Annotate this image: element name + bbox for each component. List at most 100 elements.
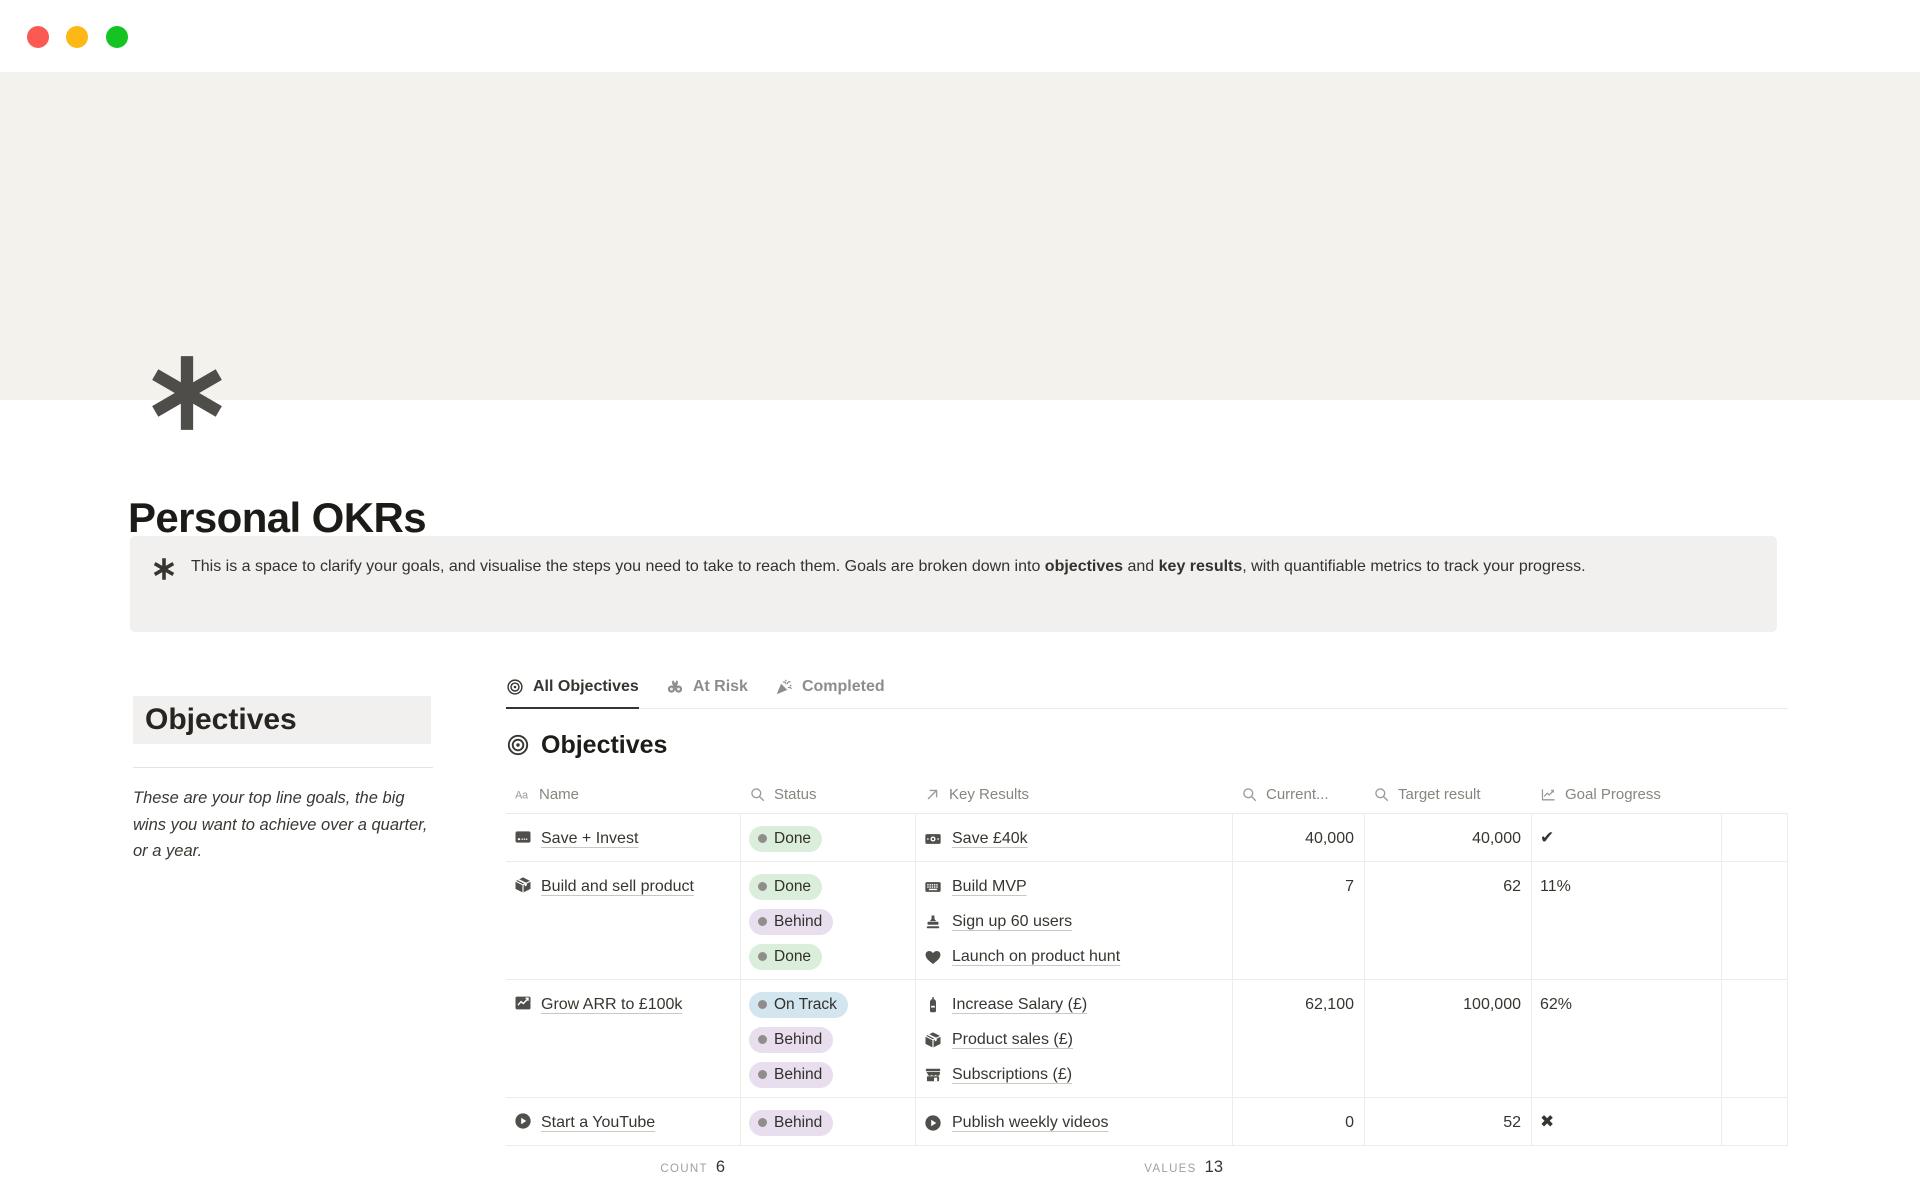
key-result-link[interactable]: Subscriptions (£) — [924, 1066, 1072, 1084]
column-header-key-results[interactable]: Key Results — [916, 775, 1233, 813]
keyboard-icon — [924, 878, 942, 896]
status-pill-behind[interactable]: Behind — [749, 1062, 833, 1088]
key-result-link[interactable]: Save £40k — [924, 830, 1028, 848]
check-mark-icon: ✔ — [1540, 821, 1713, 856]
objective-link[interactable]: Save + Invest — [514, 821, 706, 851]
key-result-link[interactable]: Launch on product hunt — [924, 948, 1120, 966]
play-icon — [924, 1114, 942, 1132]
column-header-target-result[interactable]: Target result — [1365, 775, 1532, 813]
column-header-goal-progress[interactable]: Goal Progress — [1532, 775, 1722, 813]
column-header-name[interactable]: AaName — [506, 775, 741, 813]
name-cell[interactable]: Grow ARR to £100k — [506, 980, 741, 1097]
key-result-row: Subscriptions (£) — [924, 1057, 1224, 1092]
objective-title: Grow ARR to £100k — [541, 996, 682, 1013]
empty-cell — [1722, 980, 1788, 1097]
key-result-link[interactable]: Publish weekly videos — [924, 1114, 1109, 1132]
status-pill-done[interactable]: Done — [749, 874, 822, 900]
page-title[interactable]: Personal OKRs — [128, 494, 426, 542]
status-label: Done — [774, 830, 811, 848]
target-result-cell[interactable]: 52 — [1365, 1098, 1532, 1145]
current-result-cell[interactable]: 0 — [1233, 1098, 1365, 1145]
tab-all-objectives[interactable]: All Objectives — [506, 666, 639, 708]
status-pill-behind[interactable]: Behind — [749, 1027, 833, 1053]
count-label: COUNT — [660, 1163, 707, 1175]
key-result-link[interactable]: Product sales (£) — [924, 1031, 1073, 1049]
close-window-button[interactable] — [27, 26, 49, 48]
status-pill-done[interactable]: Done — [749, 826, 822, 852]
status-dot — [758, 952, 767, 961]
name-cell[interactable]: Build and sell product — [506, 862, 741, 979]
column-header-label: Target result — [1398, 786, 1481, 803]
name-cell[interactable]: Start a YouTube — [506, 1098, 741, 1145]
credit-card-icon — [514, 828, 532, 846]
status-pill-behind[interactable]: Behind — [749, 909, 833, 935]
key-result-link[interactable]: Build MVP — [924, 878, 1027, 896]
table-row: Save + InvestDoneSave £40k40,00040,000✔ — [506, 814, 1788, 862]
chart-trend-icon — [1540, 786, 1557, 803]
magnifier-icon — [1241, 786, 1258, 803]
empty-cell — [1722, 862, 1788, 979]
current-result-cell[interactable]: 40,000 — [1233, 814, 1365, 861]
key-results-cell[interactable]: Save £40k — [916, 814, 1233, 861]
target-result-cell[interactable]: 62 — [1365, 862, 1532, 979]
minimize-window-button[interactable] — [66, 26, 88, 48]
zoom-window-button[interactable] — [106, 26, 128, 48]
status-cell[interactable]: Done — [741, 814, 916, 861]
values-calculation[interactable]: VALUES13 — [741, 1158, 1233, 1177]
goal-progress-cell[interactable]: ✔ — [1532, 814, 1722, 861]
column-header-current[interactable]: Current... — [1233, 775, 1365, 813]
status-dot — [758, 1070, 767, 1079]
goal-progress-cell[interactable]: 11% — [1532, 862, 1722, 979]
objective-title: Build and sell product — [541, 878, 694, 895]
status-label: Behind — [774, 1066, 822, 1084]
status-cell[interactable]: Done Behind Done — [741, 862, 916, 979]
callout-text: This is a space to clarify your goals, a… — [191, 555, 1586, 580]
key-result-row: Increase Salary (£) — [924, 987, 1224, 1022]
party-popper-icon — [775, 678, 793, 696]
status-label: Behind — [774, 913, 822, 931]
column-header-status[interactable]: Status — [741, 775, 916, 813]
sidebar-heading: Objectives — [133, 696, 431, 744]
empty-cell — [1722, 814, 1788, 861]
svg-text:Aa: Aa — [515, 789, 528, 801]
status-label: Done — [774, 878, 811, 896]
status-pill-on-track[interactable]: On Track — [749, 992, 848, 1018]
key-result-link[interactable]: Increase Salary (£) — [924, 996, 1087, 1014]
key-results-cell[interactable]: Build MVP Sign up 60 users Launch on produ… — [916, 862, 1233, 979]
key-result-title: Build MVP — [952, 878, 1027, 896]
status-pill-behind[interactable]: Behind — [749, 1110, 833, 1136]
key-result-title: Publish weekly videos — [952, 1114, 1109, 1132]
table-header-row: AaNameStatusKey ResultsCurrent... Target … — [506, 775, 1788, 814]
status-dot — [758, 882, 767, 891]
goal-progress-cell[interactable]: 62% — [1532, 980, 1722, 1097]
table-title[interactable]: Objectives — [506, 727, 1788, 763]
status-dot — [758, 1118, 767, 1127]
target-result-cell[interactable]: 100,000 — [1365, 980, 1532, 1097]
status-cell[interactable]: Behind — [741, 1098, 916, 1145]
storefront-icon — [924, 1066, 942, 1084]
objective-link[interactable]: Build and sell product — [514, 869, 706, 899]
callout-plain-text: This is a space to clarify your goals, a… — [191, 558, 1045, 575]
current-result-cell[interactable]: 7 — [1233, 862, 1365, 979]
status-cell[interactable]: On Track Behind Behind — [741, 980, 916, 1097]
key-result-link[interactable]: Sign up 60 users — [924, 913, 1072, 931]
page-icon[interactable] — [146, 352, 228, 434]
current-result-cell[interactable]: 62,100 — [1233, 980, 1365, 1097]
table-body: Save + InvestDoneSave £40k40,00040,000✔B… — [506, 814, 1788, 1146]
tab-completed[interactable]: Completed — [775, 666, 885, 708]
objective-link[interactable]: Start a YouTube — [514, 1105, 706, 1135]
count-calculation[interactable]: COUNT6 — [506, 1158, 741, 1177]
status-row: Behind — [749, 1057, 907, 1092]
key-results-cell[interactable]: Publish weekly videos — [916, 1098, 1233, 1145]
key-results-cell[interactable]: Increase Salary (£) Product sales (£) Subs… — [916, 980, 1233, 1097]
status-row: Done — [749, 939, 907, 974]
name-cell[interactable]: Save + Invest — [506, 814, 741, 861]
key-result-row: Build MVP — [924, 869, 1224, 904]
asterisk-icon — [152, 557, 176, 581]
tab-at-risk[interactable]: At Risk — [666, 666, 748, 708]
status-pill-done[interactable]: Done — [749, 944, 822, 970]
target-result-cell[interactable]: 40,000 — [1365, 814, 1532, 861]
objective-link[interactable]: Grow ARR to £100k — [514, 987, 706, 1017]
goal-progress-cell[interactable]: ✖ — [1532, 1098, 1722, 1145]
status-row: Done — [749, 821, 907, 856]
